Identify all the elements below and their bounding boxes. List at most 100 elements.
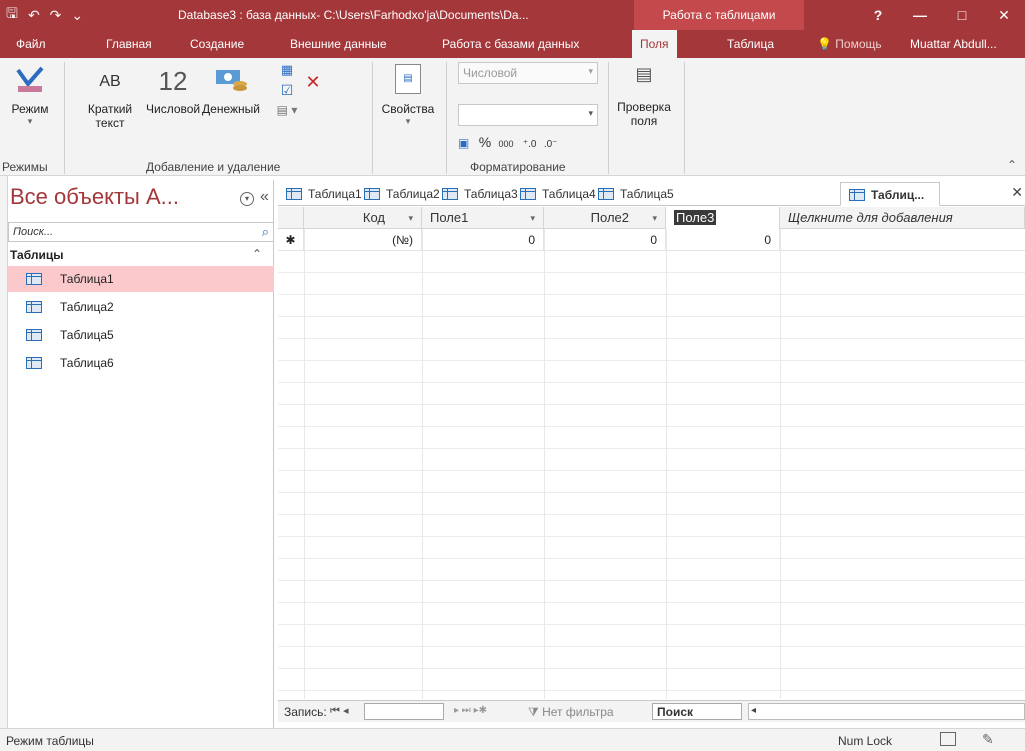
cell-field1[interactable]: 0	[422, 229, 544, 251]
tab-home[interactable]: Главная	[106, 30, 152, 58]
cell-field2[interactable]: 0	[544, 229, 666, 251]
window-left-edge	[0, 176, 8, 728]
tab-database-tools[interactable]: Работа с базами данных	[442, 30, 579, 58]
view-mode-button[interactable]: Режим ▾	[4, 64, 56, 127]
nav-item-label: Таблица5	[60, 328, 114, 342]
increase-decimals-icon[interactable]: ⁺.0	[523, 139, 537, 150]
filter-status[interactable]: ⧩ Нет фильтра	[528, 705, 614, 720]
tell-me-box[interactable]: 💡 Помощь	[817, 30, 882, 58]
doc-tab-table4[interactable]: Таблица4	[512, 182, 596, 206]
empty-row	[278, 669, 1025, 691]
yes-no-icon[interactable]: ☑	[276, 82, 298, 99]
properties-button[interactable]: ▤ Свойства ▾	[378, 64, 438, 127]
maximize-button[interactable]: □	[941, 0, 983, 30]
first-record-icon[interactable]: ⏮ ◂	[330, 704, 348, 718]
column-header-field1[interactable]: Поле1 ▾	[422, 207, 544, 229]
save-icon[interactable]: 🖫	[6, 3, 18, 27]
date-time-icon[interactable]: ▦	[276, 62, 298, 78]
table-icon	[442, 188, 458, 200]
search-icon[interactable]: ⌕	[262, 224, 269, 240]
collapse-ribbon-icon[interactable]: ⌃	[1007, 158, 1017, 172]
add-column-header[interactable]: Щелкните для добавления	[780, 207, 1025, 229]
nav-item-table6[interactable]: Таблица6	[8, 350, 274, 376]
nav-item-table5[interactable]: Таблица5	[8, 322, 274, 348]
doc-tab-table1[interactable]: Таблица1	[278, 182, 362, 206]
scroll-left-icon[interactable]: ◂	[751, 705, 756, 716]
delete-field-button[interactable]: ✕	[300, 72, 326, 93]
doc-tab-active[interactable]: Таблиц...	[840, 182, 940, 206]
minimize-button[interactable]: —	[899, 0, 941, 30]
empty-row	[278, 537, 1025, 559]
next-last-new-record-icons[interactable]: ▸ ⏭ ▸✱	[454, 705, 487, 716]
horizontal-scrollbar[interactable]: ◂	[748, 703, 1025, 720]
column-header-field2[interactable]: Поле2 ▾	[544, 207, 666, 229]
doc-tab-table3[interactable]: Таблица3	[434, 182, 518, 206]
thousands-format-button[interactable]: 000	[498, 139, 513, 149]
tab-table[interactable]: Таблица	[727, 30, 774, 58]
empty-row	[278, 471, 1025, 493]
format-select[interactable]: ▾	[458, 104, 598, 126]
design-view-icon[interactable]: ✎	[982, 731, 994, 748]
more-fields-icon[interactable]: ▤ ▾	[276, 103, 298, 117]
chevron-down-icon[interactable]: ▾	[408, 207, 413, 229]
doc-tab-label: Таблица4	[542, 187, 596, 201]
help-button[interactable]: ?	[857, 0, 899, 30]
doc-tab-table5[interactable]: Таблица5	[590, 182, 674, 206]
tab-external-data[interactable]: Внешние данные	[290, 30, 387, 58]
current-record-input[interactable]	[364, 703, 444, 720]
delete-icon: ✕	[305, 72, 321, 92]
tab-create[interactable]: Создание	[190, 30, 244, 58]
chevron-down-icon[interactable]: ▾	[652, 207, 657, 229]
nav-menu-icon[interactable]: ▾	[240, 192, 254, 206]
doc-tab-label: Таблица2	[386, 187, 440, 201]
document-area: Таблица1 Таблица2 Таблица3 Таблица4 Табл…	[278, 180, 1025, 728]
nav-header[interactable]: Все объекты А... ▾ «	[8, 180, 274, 220]
empty-row	[278, 361, 1025, 383]
doc-tab-table2[interactable]: Таблица2	[356, 182, 440, 206]
redo-icon[interactable]: ↷	[50, 7, 62, 24]
new-record-row[interactable]: ✱ (№) 0 0 0	[278, 229, 1025, 251]
close-button[interactable]: ✕	[983, 0, 1025, 30]
close-document-icon[interactable]: ✕	[1011, 184, 1023, 201]
data-type-select[interactable]: Числовой ▾	[458, 62, 598, 84]
grid-column-line	[304, 229, 305, 699]
tab-file[interactable]: Файл	[16, 30, 46, 58]
new-row-marker: ✱	[278, 229, 304, 251]
column-header-code[interactable]: Код ▾	[304, 207, 422, 229]
user-account[interactable]: Muattar Abdull...	[910, 30, 997, 58]
currency-button[interactable]: Денежный	[200, 64, 262, 116]
nav-item-table2[interactable]: Таблица2	[8, 294, 274, 320]
nav-section-tables[interactable]: Таблицы ⌃	[8, 244, 274, 266]
empty-row	[278, 273, 1025, 295]
tab-fields[interactable]: Поля	[632, 30, 677, 58]
datasheet-view-icon[interactable]	[940, 732, 956, 746]
validation-icon: ▤	[635, 64, 653, 84]
undo-icon[interactable]: ↶	[28, 7, 40, 24]
nav-item-label: Таблица6	[60, 356, 114, 370]
chevron-down-icon: ▾	[27, 116, 33, 126]
nav-search-input[interactable]: Поиск... ⌕	[8, 222, 274, 242]
decrease-decimals-icon[interactable]: .0⁻	[544, 139, 558, 150]
customize-qat-icon[interactable]: ⌄	[71, 7, 83, 24]
cell-field3[interactable]: 0	[666, 229, 780, 251]
collapse-pane-icon[interactable]: «	[260, 188, 269, 206]
table-icon	[26, 273, 42, 285]
number-button[interactable]: 12 Числовой	[146, 64, 200, 116]
column-label: Код	[362, 210, 385, 225]
column-label: Поле3	[674, 210, 717, 225]
empty-row	[278, 515, 1025, 537]
short-text-button[interactable]: AB Краткий текст	[80, 64, 140, 130]
column-header-field3[interactable]: Поле3	[666, 207, 780, 229]
ribbon: Режим ▾ AB Краткий текст 12 Числовой Ден…	[0, 58, 1025, 176]
validation-button[interactable]: ▤ Проверка поля	[612, 64, 676, 128]
record-search-input[interactable]: Поиск	[652, 703, 742, 720]
select-all-corner[interactable]	[278, 207, 304, 229]
cell-code[interactable]: (№)	[304, 229, 422, 251]
nav-item-table1[interactable]: Таблица1	[8, 266, 274, 292]
chevron-down-icon[interactable]: ▾	[530, 207, 535, 229]
empty-row	[278, 603, 1025, 625]
table-icon	[364, 188, 380, 200]
percent-format-button[interactable]: %	[479, 134, 491, 150]
currency-format-icon[interactable]: ▣	[458, 136, 469, 150]
tell-me-label: Помощь	[835, 37, 882, 51]
